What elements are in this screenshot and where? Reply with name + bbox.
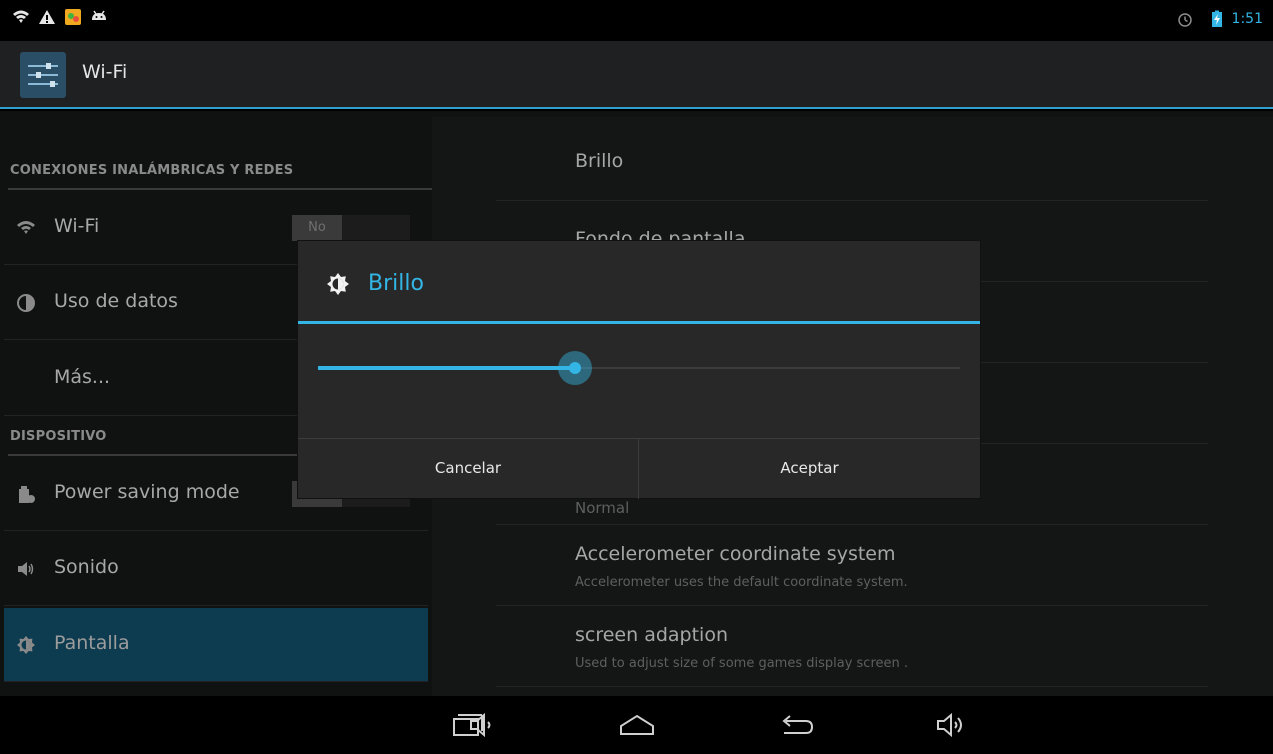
section-header-wireless: CONEXIONES INALÁMBRICAS Y REDES xyxy=(10,163,294,178)
brightness-icon xyxy=(17,636,35,654)
brightness-slider-fill xyxy=(318,366,575,370)
battery-icon xyxy=(19,486,35,503)
status-right: 1:51 xyxy=(1176,10,1263,28)
recent-apps-icon[interactable] xyxy=(448,710,488,740)
status-left-icons xyxy=(12,8,108,26)
volume-up-icon[interactable] xyxy=(932,710,972,740)
sidebar-item-label: Power saving mode xyxy=(54,481,240,503)
setting-divider xyxy=(496,524,1208,525)
toggle-off-label: No xyxy=(292,215,342,241)
section-divider xyxy=(8,188,432,190)
sidebar-item-label: Sonido xyxy=(54,556,119,578)
setting-title[interactable]: Brillo xyxy=(575,150,623,172)
status-time: 1:51 xyxy=(1231,11,1263,27)
wifi-icon xyxy=(17,221,35,234)
sidebar-item-label: Uso de datos xyxy=(54,290,178,312)
battery-charging-icon xyxy=(1211,10,1222,27)
sidebar-item-display[interactable]: Pantalla xyxy=(4,608,428,682)
wifi-toggle[interactable]: No xyxy=(292,215,410,241)
page-title: Wi-Fi xyxy=(82,61,128,83)
setting-title[interactable]: screen adaption xyxy=(575,624,728,646)
setting-title[interactable]: Fondo de pantalla xyxy=(575,228,745,242)
brightness-slider-thumb[interactable] xyxy=(557,351,592,385)
brightness-icon xyxy=(327,273,349,295)
status-bar: 1:51 xyxy=(0,0,1273,41)
brightness-dialog: Brillo Cancelar Aceptar xyxy=(298,241,980,499)
wifi-icon xyxy=(13,10,29,23)
dialog-button-bar: Cancelar Aceptar xyxy=(298,438,980,499)
dialog-title: Brillo xyxy=(368,271,424,296)
setting-subtitle: Accelerometer uses the default coordinat… xyxy=(575,575,908,590)
back-icon[interactable] xyxy=(776,710,816,740)
action-bar: Wi-Fi xyxy=(0,41,1273,109)
dialog-header: Brillo xyxy=(298,241,980,321)
navigation-bar xyxy=(0,696,1273,754)
sidebar-item-label: Pantalla xyxy=(54,632,130,654)
sidebar-item-label: Más... xyxy=(54,366,111,388)
setting-subtitle: Normal xyxy=(575,499,630,517)
cancel-button[interactable]: Cancelar xyxy=(298,439,639,499)
setting-divider xyxy=(496,200,1208,201)
settings-sliders-icon[interactable] xyxy=(20,52,66,98)
setting-title[interactable]: Accelerometer coordinate system xyxy=(575,543,896,565)
data-usage-icon xyxy=(17,294,35,312)
android-debug-icon xyxy=(92,10,106,20)
app-notification-icon xyxy=(65,9,81,25)
ok-button[interactable]: Aceptar xyxy=(639,439,980,499)
dialog-title-divider xyxy=(298,321,980,324)
alarm-icon xyxy=(1177,13,1192,27)
section-header-device: DISPOSITIVO xyxy=(10,429,107,444)
setting-divider xyxy=(496,605,1208,606)
sidebar-item-label: Wi-Fi xyxy=(54,215,100,237)
setting-divider xyxy=(496,686,1208,687)
volume-icon xyxy=(18,562,34,576)
home-icon[interactable] xyxy=(617,710,657,740)
setting-subtitle: Used to adjust size of some games displa… xyxy=(575,656,909,671)
warning-icon xyxy=(39,10,55,24)
sidebar-item-sound[interactable]: Sonido xyxy=(4,532,428,606)
